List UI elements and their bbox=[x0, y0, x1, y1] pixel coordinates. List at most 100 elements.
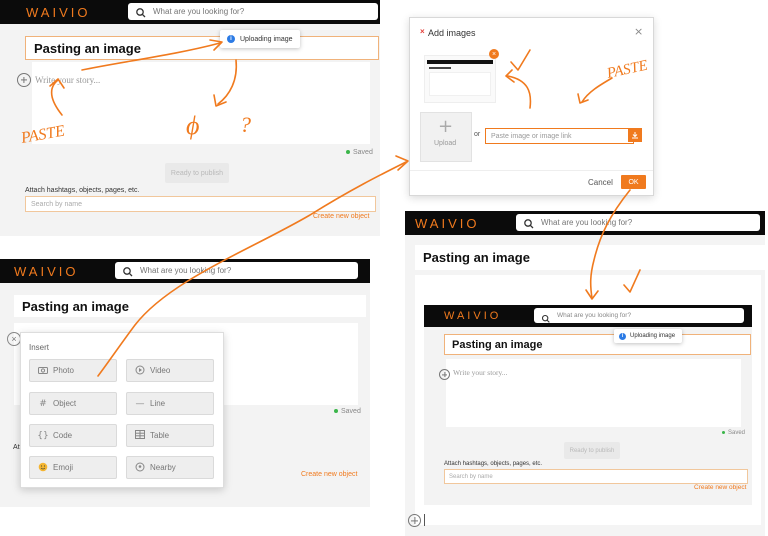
insert-menu: Insert Photo Video # Object — Line {} Co… bbox=[20, 332, 224, 488]
insert-nearby-button[interactable]: Nearby bbox=[126, 456, 214, 479]
ready-to-publish-button[interactable]: Ready to publish bbox=[165, 163, 229, 183]
insert-code-button[interactable]: {} Code bbox=[29, 424, 117, 447]
waivio-logo[interactable]: WAIVIO bbox=[14, 264, 78, 279]
insert-line-button[interactable]: — Line bbox=[126, 392, 214, 415]
camera-icon bbox=[36, 366, 50, 376]
insert-nearby-label: Nearby bbox=[150, 463, 176, 472]
pasted-create-object: Create new object bbox=[694, 484, 747, 491]
panel-result-outer: WAIVIO Pasting an image WAIVIO What are … bbox=[405, 211, 765, 536]
play-icon bbox=[133, 365, 147, 377]
saved-dot-icon bbox=[334, 409, 338, 414]
info-icon: i bbox=[227, 35, 235, 43]
pasted-top-bar: WAIVIO What are you looking for? bbox=[424, 305, 752, 327]
insert-photo-button[interactable]: Photo bbox=[29, 359, 117, 382]
modal-title: Add images bbox=[428, 28, 476, 38]
paste-upload-button[interactable] bbox=[628, 128, 642, 142]
attach-hint: Attach hashtags, objects, pages, etc. bbox=[25, 187, 140, 194]
modal-mark-icon: × bbox=[420, 27, 425, 36]
top-bar: WAIVIO bbox=[405, 211, 765, 235]
insert-photo-label: Photo bbox=[53, 366, 74, 375]
saved-text: Saved bbox=[341, 408, 361, 415]
add-images-modal: × Add images × × + Upload or Paste image… bbox=[409, 17, 654, 196]
braces-icon: {} bbox=[37, 430, 49, 441]
pasted-saved-text: Saved bbox=[728, 430, 746, 436]
insert-menu-title: Insert bbox=[29, 343, 50, 352]
waivio-logo[interactable]: WAIVIO bbox=[26, 5, 90, 20]
thumbnail-topbar bbox=[427, 60, 493, 64]
hash-icon: # bbox=[39, 398, 47, 409]
search-icon bbox=[135, 6, 147, 18]
story-editor[interactable]: Write your story... bbox=[32, 62, 370, 144]
insert-video-label: Video bbox=[150, 366, 171, 375]
pasted-search-icon bbox=[541, 311, 551, 323]
search-input[interactable] bbox=[541, 218, 760, 227]
create-new-object-link[interactable]: Create new object bbox=[301, 471, 357, 478]
insert-video-button[interactable]: Video bbox=[126, 359, 214, 382]
location-icon bbox=[133, 462, 147, 474]
pasted-saved-dot-icon bbox=[722, 430, 725, 434]
modal-divider bbox=[410, 170, 653, 171]
publish-label: Ready to publish bbox=[170, 169, 224, 177]
pasted-attach-hint: Attach hashtags, objects, pages, etc. bbox=[444, 461, 543, 467]
saved-status: Saved bbox=[346, 149, 373, 156]
story-editor-with-pasted-image[interactable]: WAIVIO What are you looking for? Pasting… bbox=[415, 275, 761, 525]
pasted-search-placeholder: What are you looking for? bbox=[557, 312, 632, 319]
insert-emoji-button[interactable]: Emoji bbox=[29, 456, 117, 479]
post-title-text: Pasting an image bbox=[34, 40, 141, 56]
paste-image-link-field[interactable]: Paste image or image link bbox=[485, 128, 634, 144]
pasted-story-placeholder: Write your story... bbox=[453, 368, 508, 377]
pasted-image: WAIVIO What are you looking for? Pasting… bbox=[424, 305, 752, 505]
pasted-publish-button: Ready to publish bbox=[564, 442, 620, 459]
pasted-uploading-tooltip: i Uploading image bbox=[614, 329, 682, 343]
modal-close-icon[interactable]: × bbox=[634, 25, 643, 38]
insert-object-label: Object bbox=[53, 399, 77, 408]
pasted-story-editor: Write your story... bbox=[446, 359, 741, 427]
upload-button[interactable]: + Upload bbox=[420, 112, 472, 162]
upload-label: Upload bbox=[434, 140, 457, 147]
post-title-text: Pasting an image bbox=[22, 298, 129, 314]
pasted-search-by-name-text: Search by name bbox=[449, 473, 493, 480]
post-title-field[interactable]: Pasting an image bbox=[14, 295, 366, 317]
download-icon bbox=[632, 132, 638, 139]
insert-table-button[interactable]: Table bbox=[126, 424, 214, 447]
add-content-plus-icon[interactable] bbox=[408, 514, 421, 527]
uploading-text: Uploading image bbox=[240, 35, 293, 43]
pasted-title-field: Pasting an image bbox=[444, 334, 751, 355]
insert-object-button[interactable]: # Object bbox=[29, 392, 117, 415]
post-title-text: Pasting an image bbox=[423, 250, 530, 265]
search-input[interactable] bbox=[153, 7, 378, 16]
story-placeholder: Write your story... bbox=[35, 75, 101, 85]
insert-emoji-label: Emoji bbox=[53, 463, 74, 472]
upload-plus-icon: + bbox=[438, 116, 454, 137]
post-title-field[interactable]: Pasting an image bbox=[25, 36, 379, 60]
top-bar: WAIVIO bbox=[0, 0, 380, 24]
pasted-search-bar: What are you looking for? bbox=[534, 308, 744, 323]
waivio-logo[interactable]: WAIVIO bbox=[415, 216, 479, 231]
insert-code-label: Code bbox=[53, 431, 73, 440]
search-by-name-field[interactable]: Search by name bbox=[25, 196, 376, 212]
create-new-object-link[interactable]: Create new object bbox=[313, 213, 369, 220]
pasted-saved-status: Saved bbox=[722, 430, 745, 436]
image-thumbnail bbox=[424, 55, 496, 103]
thumbnail-remove-icon[interactable]: × bbox=[489, 49, 499, 59]
paste-placeholder: Paste image or image link bbox=[491, 132, 572, 140]
close-insert-icon[interactable]: × bbox=[7, 332, 21, 346]
text-cursor bbox=[424, 514, 425, 526]
search-bar[interactable] bbox=[115, 262, 358, 279]
top-bar: WAIVIO bbox=[0, 259, 370, 283]
search-input[interactable] bbox=[140, 266, 358, 275]
cancel-button[interactable]: Cancel bbox=[588, 178, 613, 187]
pasted-info-icon: i bbox=[619, 332, 626, 340]
search-bar[interactable] bbox=[128, 3, 378, 20]
search-icon bbox=[523, 217, 535, 229]
ok-button[interactable]: OK bbox=[621, 175, 646, 189]
insert-line-label: Line bbox=[150, 399, 166, 408]
post-title-field[interactable]: Pasting an image bbox=[415, 245, 765, 270]
insert-table-label: Table bbox=[150, 431, 170, 440]
or-text: or bbox=[474, 131, 481, 138]
pasted-publish-label: Ready to publish bbox=[569, 447, 615, 454]
pasted-search-by-name: Search by name bbox=[444, 469, 748, 484]
thumbnail-body bbox=[429, 72, 491, 96]
add-content-plus-icon[interactable] bbox=[17, 73, 31, 87]
search-bar[interactable] bbox=[516, 214, 760, 231]
